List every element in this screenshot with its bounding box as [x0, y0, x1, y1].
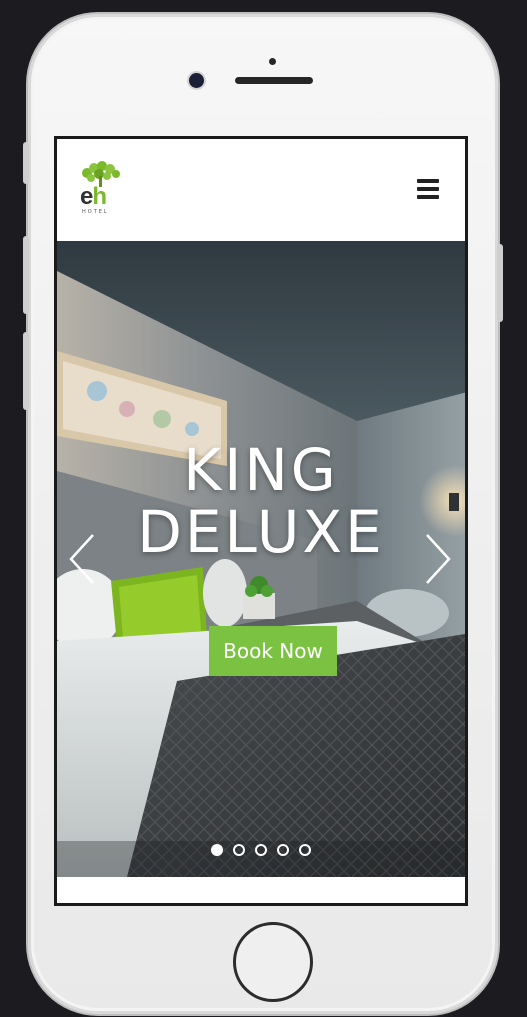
- hero-slider: KING DELUXE Book Now: [57, 241, 465, 877]
- hamburger-menu-icon-bar: [417, 195, 439, 199]
- slider-pagination: [57, 844, 465, 856]
- phone-power-button: [497, 244, 503, 322]
- slide-dot-3[interactable]: [255, 844, 267, 856]
- slide-dot-2[interactable]: [233, 844, 245, 856]
- hamburger-menu-icon-bar: [417, 187, 439, 191]
- slide-dot-5[interactable]: [299, 844, 311, 856]
- chevron-left-icon: [69, 534, 94, 584]
- slide-dot-4[interactable]: [277, 844, 289, 856]
- chevron-right-icon: [426, 534, 451, 584]
- phone-volume-up-button: [23, 236, 29, 314]
- hero-title-line-1: KING: [183, 436, 339, 504]
- hamburger-menu-button[interactable]: [417, 179, 443, 201]
- site-header: eh HOTEL: [57, 139, 465, 241]
- phone-mockup: eh HOTEL KING DELUXE Book Now: [23, 14, 503, 1014]
- book-now-button[interactable]: Book Now: [209, 626, 337, 676]
- phone-volume-down-button: [23, 332, 29, 410]
- proximity-sensor: [269, 58, 276, 65]
- front-camera: [189, 73, 204, 88]
- logo-letter-h: h: [92, 183, 107, 210]
- logo-subtext: HOTEL: [82, 209, 109, 215]
- hero-title: KING DELUXE: [57, 439, 465, 563]
- hotel-logo[interactable]: eh HOTEL: [73, 161, 129, 221]
- previous-slide-button[interactable]: [67, 531, 97, 587]
- hero-title-line-2: DELUXE: [137, 498, 385, 566]
- phone-home-button[interactable]: [233, 922, 313, 1002]
- phone-screen: eh HOTEL KING DELUXE Book Now: [54, 136, 468, 906]
- logo-letter-e: e: [80, 183, 93, 210]
- phone-silent-switch: [23, 142, 29, 184]
- slide-dot-1[interactable]: [211, 844, 223, 856]
- logo-wordmark: eh: [80, 183, 107, 210]
- hamburger-menu-icon: [417, 179, 439, 183]
- next-slide-button[interactable]: [423, 531, 453, 587]
- earpiece-speaker: [235, 77, 313, 84]
